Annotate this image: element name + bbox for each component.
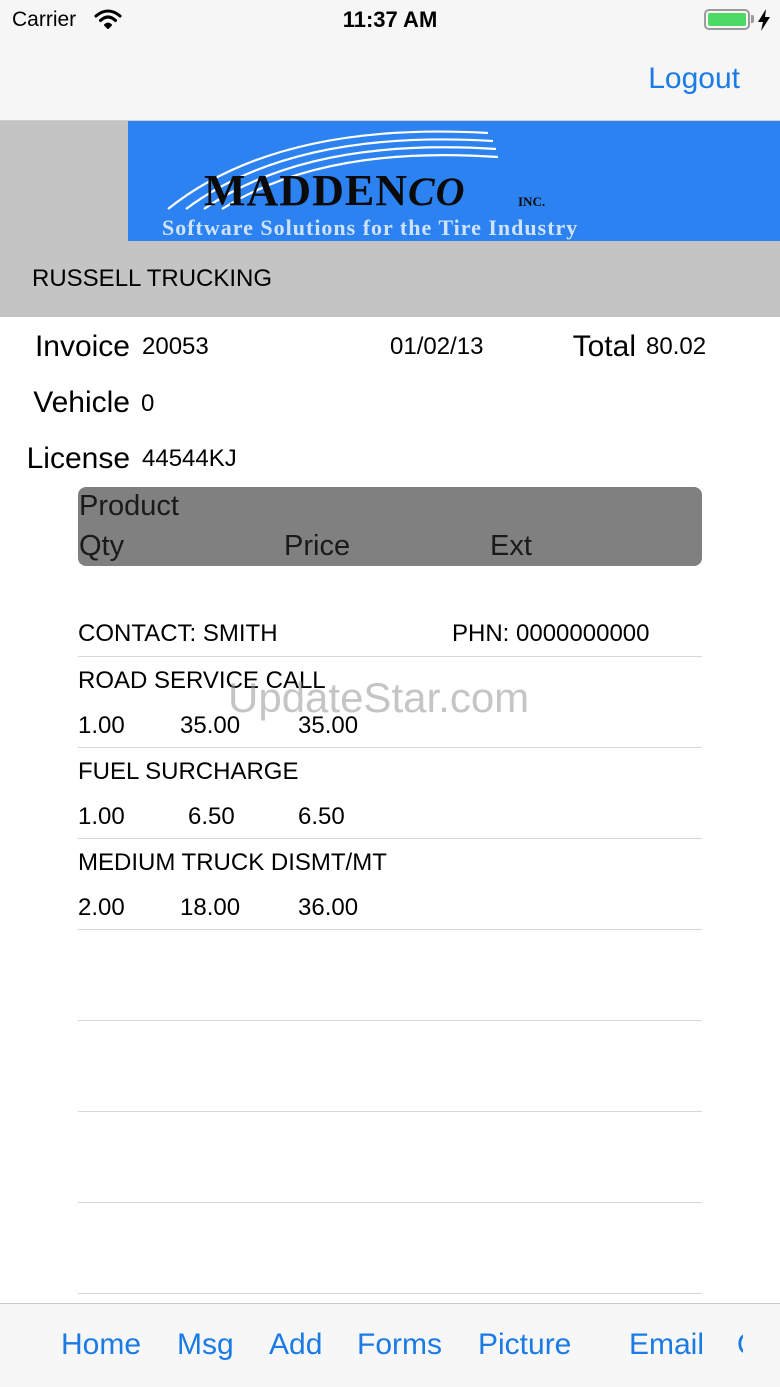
battery-icon — [704, 9, 750, 30]
contact-row: CONTACT: SMITH PHN: 0000000000 — [78, 610, 702, 657]
bottom-tab-bar: Home Msg Add Forms Picture Email O — [0, 1303, 780, 1387]
empty-row — [78, 1112, 702, 1203]
vehicle-value: 0 — [141, 390, 155, 417]
item-qty: 2.00 — [78, 894, 125, 921]
customer-name: RUSSELL TRUCKING — [32, 265, 273, 292]
logout-button[interactable]: Logout — [648, 62, 740, 96]
company-logo: MADDENCO INC. Software Solutions for the… — [128, 121, 780, 241]
empty-row — [78, 1021, 702, 1112]
contact-phone: PHN: 0000000000 — [452, 620, 650, 647]
invoice-date: 01/02/13 — [390, 333, 484, 360]
navigation-bar: Logout — [0, 40, 780, 121]
tab-msg[interactable]: Msg — [177, 1328, 234, 1362]
invoice-number: 20053 — [142, 333, 209, 360]
license-value: 44544KJ — [142, 445, 237, 472]
logo-wordmark: MADDENCO — [204, 166, 466, 215]
invoice-label: Invoice — [34, 330, 130, 363]
line-item-row[interactable]: ROAD SERVICE CALL 1.00 35.00 35.00 — [78, 657, 702, 748]
item-ext: 6.50 — [298, 803, 345, 830]
tab-email[interactable]: Email — [629, 1328, 704, 1362]
tab-picture[interactable]: Picture — [478, 1328, 571, 1362]
item-product: ROAD SERVICE CALL — [78, 667, 326, 694]
tab-forms[interactable]: Forms — [357, 1328, 442, 1362]
tab-home[interactable]: Home — [61, 1328, 141, 1362]
column-ext: Ext — [490, 530, 532, 562]
column-qty: Qty — [79, 530, 125, 562]
column-product: Product — [79, 490, 179, 522]
header-banner: MADDENCO INC. Software Solutions for the… — [0, 121, 780, 317]
item-price: 35.00 — [180, 712, 241, 739]
item-qty: 1.00 — [78, 803, 125, 830]
battery-tip — [751, 15, 754, 23]
line-item-row[interactable]: FUEL SURCHARGE 1.00 6.50 6.50 — [78, 748, 702, 839]
total-label: Total — [572, 330, 636, 363]
item-price: 18.00 — [180, 894, 241, 921]
item-ext: 36.00 — [298, 894, 359, 921]
total-value: 80.02 — [646, 333, 707, 360]
status-time: 11:37 AM — [342, 7, 438, 32]
license-label: License — [26, 442, 130, 475]
item-ext: 35.00 — [298, 712, 359, 739]
status-bar: Carrier 11:37 AM — [0, 0, 780, 40]
empty-row — [78, 930, 702, 1021]
contact-name: CONTACT: SMITH — [78, 620, 278, 647]
charging-bolt-icon — [758, 9, 770, 31]
logo-tagline: Software Solutions for the Tire Industry — [162, 215, 579, 240]
logo-inc: INC. — [518, 194, 546, 209]
item-product: MEDIUM TRUCK DISMT/MT — [78, 849, 387, 876]
line-items-header: Product Qty Price Ext — [78, 487, 702, 566]
item-product: FUEL SURCHARGE — [78, 758, 299, 785]
item-qty: 1.00 — [78, 712, 125, 739]
item-price: 6.50 — [188, 803, 235, 830]
vehicle-label: Vehicle — [33, 386, 130, 419]
line-item-row[interactable]: MEDIUM TRUCK DISMT/MT 2.00 18.00 36.00 — [78, 839, 702, 930]
tab-add[interactable]: Add — [269, 1328, 322, 1362]
column-price: Price — [284, 530, 351, 562]
empty-row — [78, 1203, 702, 1294]
tab-overflow-partial[interactable]: O — [737, 1328, 743, 1362]
